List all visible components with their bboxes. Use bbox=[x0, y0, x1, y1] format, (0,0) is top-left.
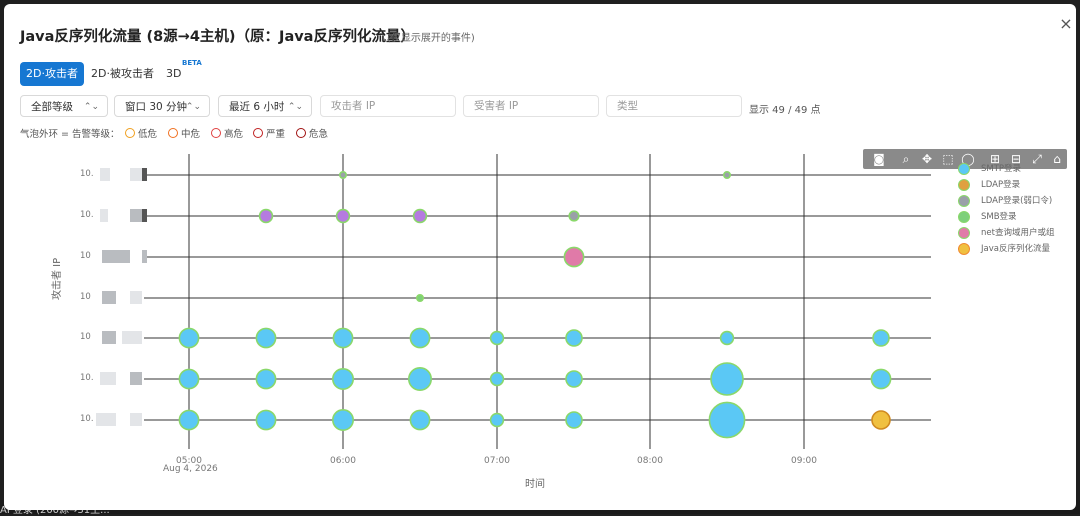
data-point[interactable] bbox=[331, 367, 354, 390]
data-point[interactable] bbox=[178, 327, 200, 349]
x-tick-label: 06:00 bbox=[330, 456, 356, 466]
data-point[interactable] bbox=[412, 208, 428, 224]
data-point[interactable] bbox=[258, 208, 274, 224]
data-point[interactable] bbox=[565, 329, 583, 347]
redacted-ip-block bbox=[142, 168, 147, 181]
legend-marker[interactable] bbox=[958, 195, 970, 207]
redacted-ip-block bbox=[100, 372, 116, 385]
redacted-ip-block bbox=[130, 291, 142, 304]
redacted-ip-block bbox=[116, 250, 130, 263]
data-point[interactable] bbox=[722, 171, 731, 180]
legend-item[interactable]: SMB登录 bbox=[981, 210, 1017, 222]
redacted-ip-block bbox=[130, 413, 142, 426]
data-point[interactable] bbox=[409, 409, 431, 431]
x-tick-label: 08:00 bbox=[637, 456, 663, 466]
legend-item[interactable]: net查询域用户或组 bbox=[981, 226, 1054, 238]
legend-item[interactable]: SMTP登录 bbox=[981, 162, 1021, 174]
data-point[interactable] bbox=[719, 330, 735, 346]
home-icon[interactable]: ⌂ bbox=[1049, 151, 1065, 167]
data-point[interactable] bbox=[331, 408, 354, 431]
redacted-ip-block bbox=[130, 209, 142, 222]
legend-item[interactable]: LDAP登录(弱口令) bbox=[981, 194, 1052, 206]
data-point[interactable] bbox=[565, 370, 583, 388]
legend-marker[interactable] bbox=[958, 243, 970, 255]
scatter-chart[interactable]: 05:00 06:00 07:00 08:00 09:00 bbox=[4, 4, 1076, 510]
autoscale-icon[interactable]: ⤢ bbox=[1029, 151, 1045, 167]
redacted-ip-block bbox=[102, 331, 116, 344]
data-point[interactable] bbox=[409, 327, 431, 349]
x-tick-label: 09:00 bbox=[791, 456, 817, 466]
data-point[interactable] bbox=[415, 293, 424, 302]
redacted-ip-block bbox=[100, 168, 110, 181]
data-point[interactable] bbox=[708, 401, 746, 439]
legend-item[interactable]: Java反序列化流量 bbox=[981, 242, 1050, 254]
data-point[interactable] bbox=[565, 411, 583, 429]
legend-marker[interactable] bbox=[958, 163, 970, 175]
data-point[interactable] bbox=[870, 368, 892, 390]
redacted-ip-block bbox=[130, 168, 142, 181]
data-point[interactable] bbox=[563, 246, 585, 268]
y-tick-label: 10 bbox=[80, 332, 91, 342]
data-point[interactable] bbox=[710, 362, 744, 396]
data-point[interactable] bbox=[255, 409, 277, 431]
redacted-ip-block bbox=[122, 331, 142, 344]
data-point[interactable] bbox=[568, 210, 580, 222]
y-tick-label: 10 bbox=[80, 251, 91, 261]
y-tick-label: 10. bbox=[80, 169, 94, 179]
data-point[interactable] bbox=[178, 409, 200, 431]
data-point[interactable] bbox=[335, 208, 351, 224]
data-point[interactable] bbox=[338, 171, 347, 180]
data-point[interactable] bbox=[871, 410, 891, 430]
data-point[interactable] bbox=[178, 368, 200, 390]
redacted-ip-block bbox=[142, 209, 147, 222]
pan-icon[interactable]: ✥ bbox=[919, 151, 935, 167]
data-point[interactable] bbox=[407, 366, 432, 391]
redacted-ip-block bbox=[142, 250, 147, 263]
data-point[interactable] bbox=[872, 329, 890, 347]
redacted-ip-block bbox=[100, 209, 108, 222]
data-point[interactable] bbox=[255, 327, 277, 349]
data-point[interactable] bbox=[255, 368, 277, 390]
y-tick-label: 10. bbox=[80, 414, 94, 424]
redacted-ip-block bbox=[102, 291, 116, 304]
camera-icon[interactable]: ◙ bbox=[871, 151, 887, 167]
y-axis-title: 攻击者 IP bbox=[52, 257, 63, 300]
chart-modal: Java反序列化流量 (8源→4主机)（原：Java反序列化流量） (仅显示展开… bbox=[4, 4, 1076, 510]
data-point[interactable] bbox=[332, 327, 354, 349]
redacted-ip-block bbox=[130, 372, 142, 385]
legend-marker[interactable] bbox=[958, 211, 970, 223]
y-tick-label: 10. bbox=[80, 373, 94, 383]
zoom-icon[interactable]: ⌕ bbox=[898, 151, 914, 167]
data-point[interactable] bbox=[489, 412, 505, 428]
legend-marker[interactable] bbox=[958, 179, 970, 191]
x-axis-title: 时间 bbox=[525, 479, 545, 490]
y-tick-label: 10 bbox=[80, 292, 91, 302]
x-tick-date: Aug 4, 2026 bbox=[163, 464, 218, 474]
box-select-icon[interactable]: ⬚ bbox=[940, 151, 956, 167]
legend-marker[interactable] bbox=[958, 227, 970, 239]
legend-item[interactable]: LDAP登录 bbox=[981, 178, 1020, 190]
redacted-ip-block bbox=[96, 413, 116, 426]
data-point[interactable] bbox=[489, 330, 505, 346]
y-tick-label: 10. bbox=[80, 210, 94, 220]
redacted-ip-block bbox=[102, 250, 116, 263]
x-tick-label: 07:00 bbox=[484, 456, 510, 466]
data-point[interactable] bbox=[489, 371, 505, 387]
